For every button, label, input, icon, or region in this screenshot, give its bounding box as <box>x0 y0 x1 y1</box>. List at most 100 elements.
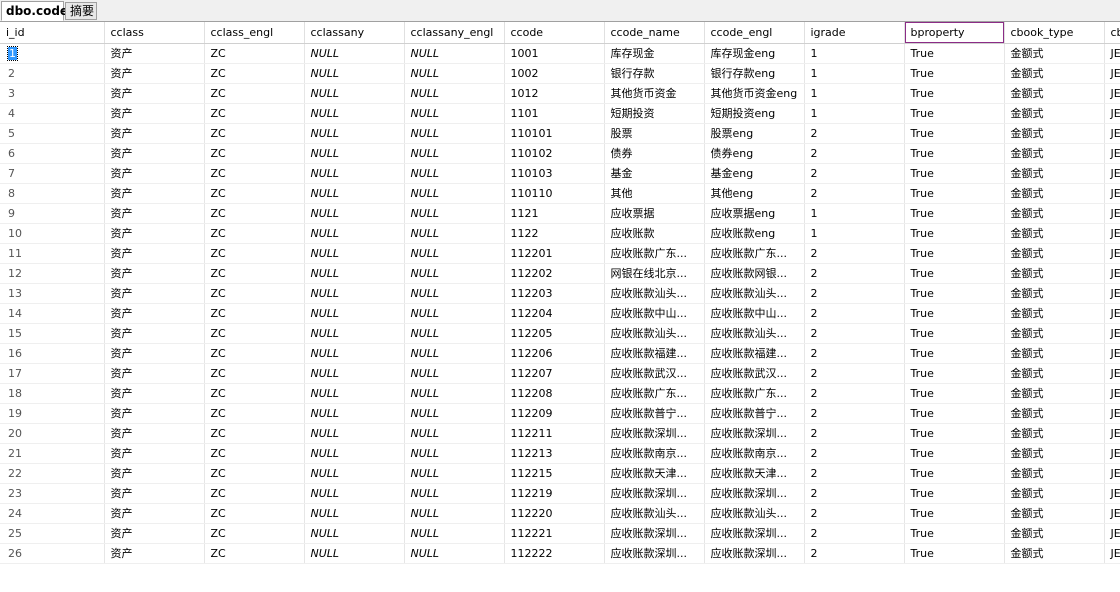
cell-cclass-engl[interactable]: ZC <box>204 163 305 184</box>
cell-ccode-name[interactable]: 应收账款广东... <box>604 383 705 404</box>
cell-bproperty[interactable]: True <box>904 443 1005 464</box>
cell-igrade[interactable]: 2 <box>804 383 905 404</box>
cell-cclassany[interactable]: NULL <box>304 83 405 104</box>
cell-ccode-engl[interactable]: 其他eng <box>704 183 805 204</box>
cell-cclass-engl[interactable]: ZC <box>204 463 305 484</box>
cell-ccode[interactable]: 112204 <box>504 303 605 324</box>
cell-cclass[interactable]: 资产 <box>104 263 205 284</box>
cell-cclass-engl[interactable]: ZC <box>204 303 305 324</box>
cell-ccode-name[interactable]: 应收账款深圳... <box>604 483 705 504</box>
cell-bproperty[interactable]: True <box>904 243 1005 264</box>
cell-ccode-name[interactable]: 应收账款深圳... <box>604 543 705 564</box>
cell-bproperty[interactable]: True <box>904 283 1005 304</box>
cell-cclass-engl[interactable]: ZC <box>204 423 305 444</box>
cell-cclass-engl[interactable]: ZC <box>204 43 305 64</box>
cell-cclassany[interactable]: NULL <box>304 103 405 124</box>
cell-cclass[interactable]: 资产 <box>104 343 205 364</box>
cell-cclassany-engl[interactable]: NULL <box>404 383 505 404</box>
cell-bproperty[interactable]: True <box>904 463 1005 484</box>
cell-cclass-engl[interactable]: ZC <box>204 103 305 124</box>
cell-cb[interactable]: JES <box>1104 223 1120 244</box>
cell-igrade[interactable]: 2 <box>804 263 905 284</box>
column-header-ccode-name[interactable]: ccode_name <box>604 22 705 44</box>
cell-i-id[interactable]: 11 <box>0 243 105 264</box>
cell-ccode-name[interactable]: 应收账款普宁... <box>604 403 705 424</box>
cell-cclassany[interactable]: NULL <box>304 403 405 424</box>
cell-cb[interactable]: JES <box>1104 443 1120 464</box>
cell-ccode[interactable]: 112221 <box>504 523 605 544</box>
cell-cclass-engl[interactable]: ZC <box>204 143 305 164</box>
cell-cclass-engl[interactable]: ZC <box>204 483 305 504</box>
cell-cclassany[interactable]: NULL <box>304 223 405 244</box>
cell-cclass-engl[interactable]: ZC <box>204 123 305 144</box>
table-row[interactable]: 5资产ZCNULLNULL110101股票股票eng2True金额式JES <box>0 123 1120 144</box>
cell-ccode[interactable]: 112202 <box>504 263 605 284</box>
cell-cclass-engl[interactable]: ZC <box>204 323 305 344</box>
cell-cclass[interactable]: 资产 <box>104 163 205 184</box>
table-row[interactable]: 22 资产 ZC NULL NULL 112215 应收账款天津... 应收账款天津... 2 T… <box>0 463 1120 484</box>
cell-cbook-type[interactable]: 金额式 <box>1004 63 1105 84</box>
cell-cclass-engl[interactable]: ZC <box>204 223 305 244</box>
cell-bproperty[interactable]: True <box>904 323 1005 344</box>
cell-ccode[interactable]: 112211 <box>504 423 605 444</box>
cell-ccode[interactable]: 1012 <box>504 83 605 104</box>
cell-ccode-engl[interactable]: 应收账款天津... <box>704 463 805 484</box>
cell-cclassany-engl[interactable]: NULL <box>404 83 505 104</box>
cell-cclassany[interactable]: NULL <box>304 283 405 304</box>
cell-cclass-engl[interactable]: ZC <box>204 523 305 544</box>
cell-ccode-engl[interactable]: 应收账款深圳... <box>704 523 805 544</box>
cell-cclass[interactable]: 资产 <box>104 503 205 524</box>
cell-cclass[interactable]: 资产 <box>104 183 205 204</box>
table-row[interactable]: 23 资产 ZC NULL NULL 112219 应收账款深圳... 应收账款深圳... 2 T… <box>0 483 1120 504</box>
cell-i-id[interactable]: 9 <box>0 203 105 224</box>
cell-cclassany-engl[interactable]: NULL <box>404 63 505 84</box>
cell-ccode-engl[interactable]: 应收账款广东... <box>704 243 805 264</box>
cell-cclass[interactable]: 资产 <box>104 143 205 164</box>
cell-cb[interactable]: JES <box>1104 243 1120 264</box>
cell-i-id[interactable]: 10 <box>0 223 105 244</box>
cell-ccode-engl[interactable]: 应收账款南京... <box>704 443 805 464</box>
cell-cclassany[interactable]: NULL <box>304 543 405 564</box>
cell-igrade[interactable]: 2 <box>804 303 905 324</box>
cell-igrade[interactable]: 1 <box>804 63 905 84</box>
cell-cb[interactable]: JES <box>1104 83 1120 104</box>
cell-igrade[interactable]: 2 <box>804 503 905 524</box>
cell-ccode[interactable]: 110103 <box>504 163 605 184</box>
cell-i-id[interactable]: 21 <box>0 443 105 464</box>
cell-cclass[interactable]: 资产 <box>104 243 205 264</box>
cell-cb[interactable]: JES <box>1104 103 1120 124</box>
cell-igrade[interactable]: 2 <box>804 443 905 464</box>
cell-cclass-engl[interactable]: ZC <box>204 383 305 404</box>
cell-cclassany[interactable]: NULL <box>304 363 405 384</box>
cell-igrade[interactable]: 2 <box>804 183 905 204</box>
cell-i-id[interactable]: 1 <box>0 43 105 64</box>
cell-bproperty[interactable]: True <box>904 343 1005 364</box>
cell-cclassany[interactable]: NULL <box>304 243 405 264</box>
cell-cclassany[interactable]: NULL <box>304 323 405 344</box>
cell-ccode[interactable]: 112205 <box>504 323 605 344</box>
cell-ccode-name[interactable]: 应收账款深圳... <box>604 423 705 444</box>
cell-i-id[interactable]: 15 <box>0 323 105 344</box>
cell-cclassany-engl[interactable]: NULL <box>404 343 505 364</box>
cell-cb[interactable]: JES <box>1104 383 1120 404</box>
cell-cclassany-engl[interactable]: NULL <box>404 423 505 444</box>
cell-cclass[interactable]: 资产 <box>104 83 205 104</box>
cell-cbook-type[interactable]: 金额式 <box>1004 163 1105 184</box>
cell-igrade[interactable]: 1 <box>804 223 905 244</box>
cell-igrade[interactable]: 2 <box>804 243 905 264</box>
cell-cclass-engl[interactable]: ZC <box>204 443 305 464</box>
cell-cbook-type[interactable]: 金额式 <box>1004 403 1105 424</box>
table-row[interactable]: 1资产ZCNULLNULL1001库存现金库存现金eng1True金额式JES <box>0 43 1120 64</box>
cell-cclass-engl[interactable]: ZC <box>204 263 305 284</box>
cell-ccode-engl[interactable]: 应收票据eng <box>704 203 805 224</box>
cell-bproperty[interactable]: True <box>904 503 1005 524</box>
table-row[interactable]: 11 资产 ZC NULL NULL 112201 应收账款广东... 应收账款广东... 2 T… <box>0 243 1120 264</box>
cell-ccode-engl[interactable]: 其他货币资金eng <box>704 83 805 104</box>
column-header-igrade[interactable]: igrade <box>804 22 905 44</box>
cell-ccode[interactable]: 1121 <box>504 203 605 224</box>
cell-bproperty[interactable]: True <box>904 483 1005 504</box>
cell-cclassany-engl[interactable]: NULL <box>404 203 505 224</box>
cell-bproperty[interactable]: True <box>904 543 1005 564</box>
cell-ccode[interactable]: 112220 <box>504 503 605 524</box>
column-header-cclassany-engl[interactable]: cclassany_engl <box>404 22 505 44</box>
